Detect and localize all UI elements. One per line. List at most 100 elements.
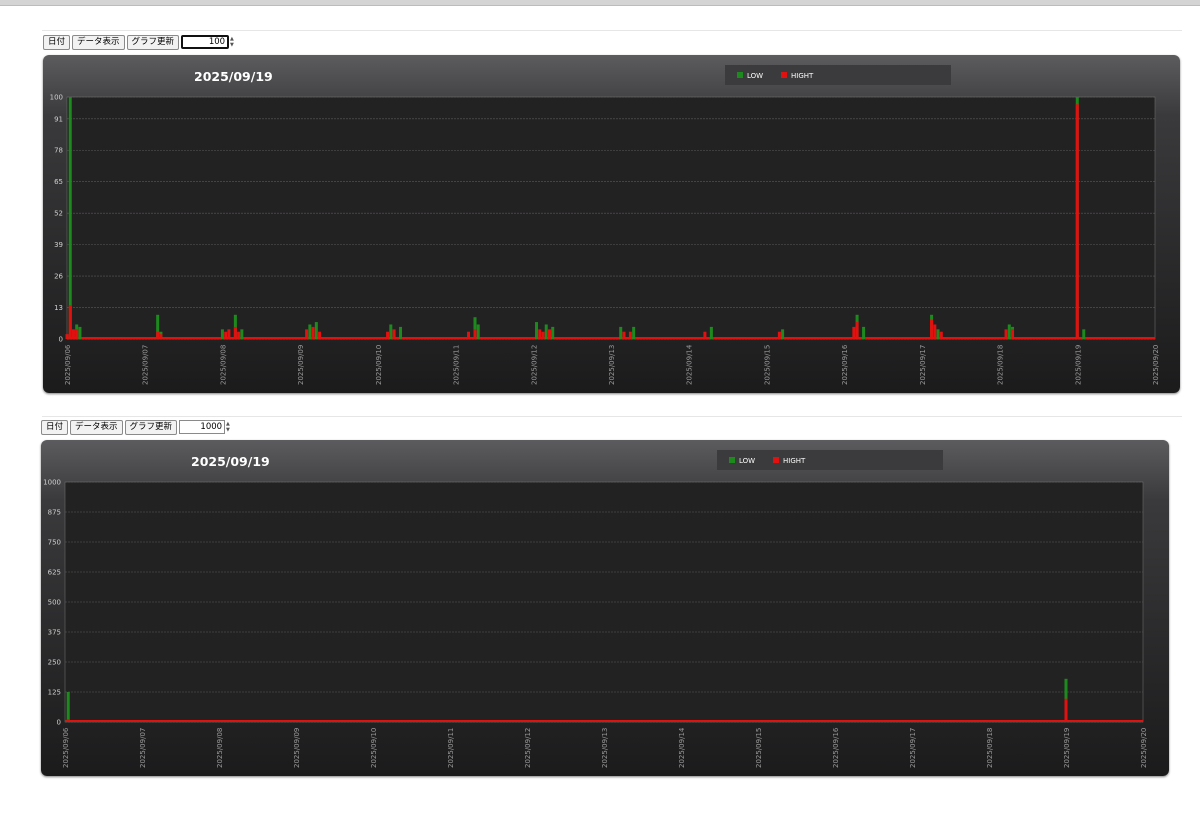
chart-panel-1: 2025/09/19 LOW HIGHT 0 13 26 39 52 65 78 91 100 …: [43, 55, 1180, 393]
bar-high: [386, 331, 390, 339]
bar-high: [305, 329, 309, 339]
x-tick-label: 2025/09/09: [293, 728, 301, 768]
y-tick-label: 125: [48, 689, 61, 697]
bar-low: [1082, 329, 1086, 339]
x-tick-label: 2025/09/10: [375, 345, 383, 385]
scale-stepper: ▲ ▼: [179, 420, 230, 434]
spin-down-icon[interactable]: ▼: [226, 427, 230, 433]
bar-low: [66, 692, 70, 722]
x-tick-label: 2025/09/13: [601, 728, 609, 768]
bar-high: [311, 326, 315, 339]
bar-low: [1007, 324, 1011, 339]
spin-buttons: ▲ ▼: [226, 421, 230, 433]
bar-high: [66, 719, 70, 722]
x-tick-label: 2025/09/12: [524, 728, 532, 768]
bar-low: [544, 324, 548, 339]
bar-high: [233, 326, 237, 339]
y-tick-label: 78: [54, 147, 63, 155]
bar-low: [68, 97, 72, 339]
legend-high-swatch: [773, 457, 779, 463]
bar-high: [622, 331, 626, 339]
graph-update-button[interactable]: グラフ更新: [124, 419, 178, 435]
x-tick-label: 2025/09/07: [142, 345, 150, 385]
data-display-button[interactable]: データ表示: [72, 34, 125, 50]
x-axis-ticks: 2025/09/06 2025/09/07 2025/09/08 2025/09/09…: [62, 727, 1148, 768]
bar-high: [392, 329, 396, 339]
x-tick-label: 2025/09/18: [986, 728, 994, 768]
y-tick-label: 100: [50, 94, 63, 102]
chart-panel-2: 2025/09/19 LOW HIGHT 0 125 250 375 500 625 750…: [41, 440, 1169, 776]
date-button[interactable]: 日付: [43, 34, 71, 50]
bar-low: [535, 322, 539, 339]
bar-high: [855, 322, 859, 339]
bar-high: [318, 331, 322, 339]
x-tick-label: 2025/09/13: [608, 345, 616, 385]
bar-low: [78, 326, 82, 339]
bar-low: [781, 329, 785, 339]
bar-low: [632, 326, 636, 339]
y-tick-label: 65: [54, 178, 63, 186]
x-tick-label: 2025/09/10: [370, 728, 378, 768]
x-tick-label: 2025/09/15: [755, 728, 763, 768]
x-tick-label: 2025/09/19: [1074, 345, 1082, 385]
bar-high: [1064, 698, 1068, 722]
bar-high: [65, 334, 69, 339]
data-display-button[interactable]: データ表示: [70, 419, 123, 435]
x-tick-label: 2025/09/07: [139, 728, 147, 768]
bar-high: [237, 331, 241, 339]
date-button[interactable]: 日付: [41, 419, 69, 435]
bar-high: [547, 329, 551, 339]
bar-high: [703, 331, 707, 339]
bar-low: [308, 324, 312, 339]
spin-buttons: ▲ ▼: [230, 36, 234, 48]
divider-middle: [42, 416, 1182, 417]
toolbar-1: 日付 データ表示 グラフ更新 ▲ ▼: [43, 34, 234, 50]
y-tick-label: 0: [59, 336, 63, 344]
toolbar-2: 日付 データ表示 グラフ更新 ▲ ▼: [41, 419, 230, 435]
bar-low: [314, 322, 318, 339]
bar-high: [930, 319, 934, 339]
y-tick-label: 91: [54, 115, 63, 123]
x-tick-label: 2025/09/06: [64, 344, 72, 385]
bar-low: [619, 326, 623, 339]
spin-down-icon[interactable]: ▼: [230, 42, 234, 48]
legend-high-label: HIGHT: [783, 457, 806, 465]
bar-low: [862, 326, 866, 339]
legend-low-label: LOW: [747, 72, 763, 80]
window-top-edge: [0, 0, 1200, 6]
y-tick-label: 52: [54, 210, 63, 218]
bar-high: [159, 334, 163, 339]
bar-low: [476, 324, 480, 339]
x-tick-label: 2025/09/16: [841, 344, 849, 385]
x-tick-label: 2025/09/09: [297, 345, 305, 385]
y-tick-label: 1000: [43, 479, 61, 487]
bar-low: [240, 329, 244, 339]
bar-high: [156, 331, 160, 339]
x-tick-label: 2025/09/17: [909, 728, 917, 768]
y-axis-ticks: 0 13 26 39 52 65 78 91 100: [50, 94, 64, 344]
y-tick-label: 13: [54, 304, 63, 312]
x-tick-label: 2025/09/08: [216, 728, 224, 768]
x-tick-label: 2025/09/19: [1063, 728, 1071, 768]
bar-high: [75, 329, 79, 339]
bar-low: [389, 324, 393, 339]
graph-update-button[interactable]: グラフ更新: [126, 34, 180, 50]
x-tick-label: 2025/09/17: [919, 345, 927, 385]
bar-high: [1075, 104, 1079, 339]
bar-high: [224, 331, 228, 339]
x-tick-label: 2025/09/15: [763, 345, 771, 385]
scale-input[interactable]: [181, 35, 230, 49]
legend-low-swatch: [737, 72, 743, 78]
bar-high: [538, 329, 542, 339]
x-tick-label: 2025/09/16: [832, 727, 840, 768]
y-tick-label: 750: [48, 539, 61, 547]
bar-high: [1004, 329, 1008, 339]
chart-title: 2025/09/19: [191, 454, 270, 469]
scale-input[interactable]: [179, 420, 226, 434]
y-tick-label: 26: [54, 273, 63, 281]
x-tick-label: 2025/09/08: [219, 345, 227, 385]
legend-high-swatch: [781, 72, 787, 78]
y-tick-label: 875: [48, 509, 61, 517]
bar-high: [1011, 329, 1015, 339]
chart-2: 2025/09/19 LOW HIGHT 0 125 250 375 500 625 750…: [43, 450, 1148, 768]
